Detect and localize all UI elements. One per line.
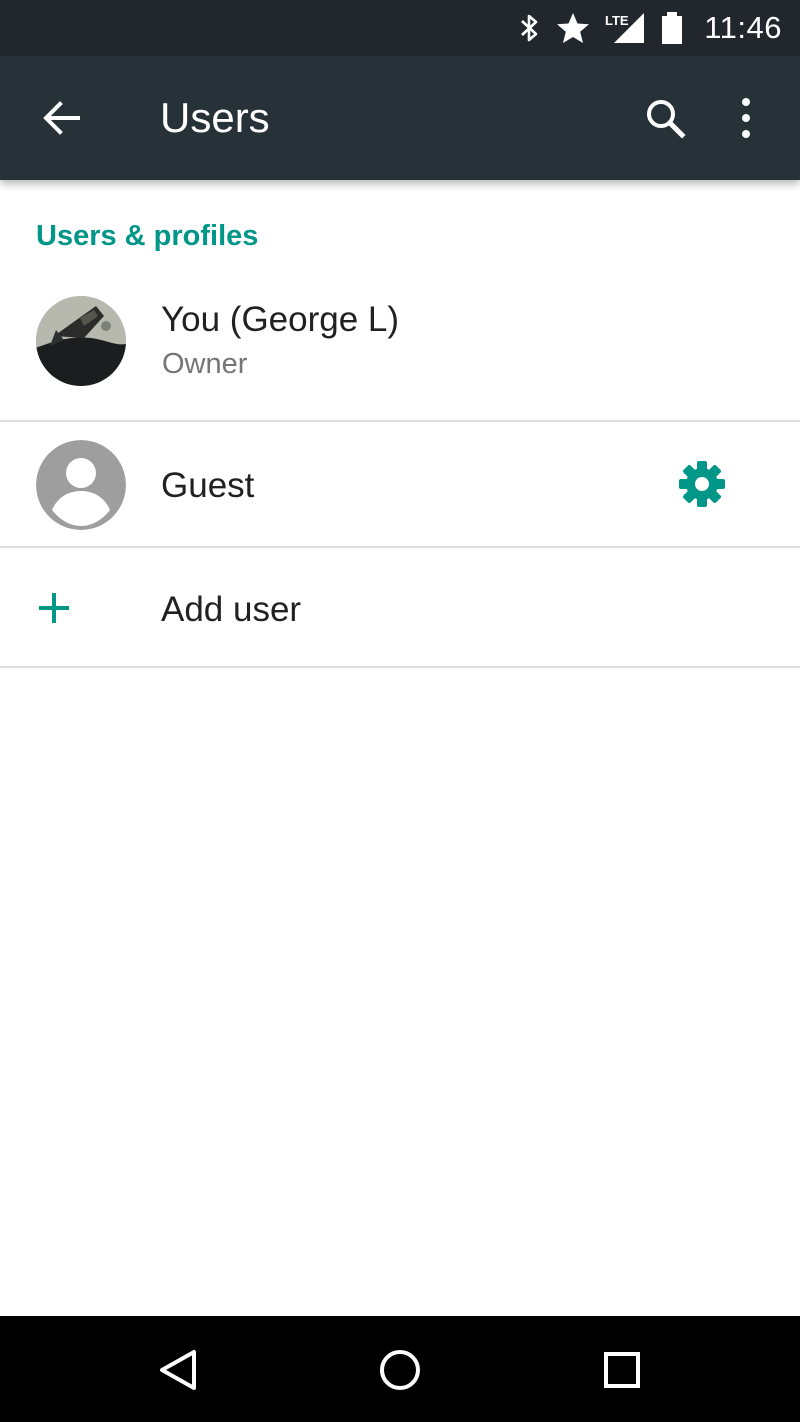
gear-icon[interactable] — [674, 456, 730, 512]
owner-name: You (George L) — [161, 300, 400, 339]
bluetooth-icon — [518, 12, 542, 44]
add-user-label: Add user — [161, 590, 302, 629]
user-row-owner[interactable]: You (George L) Owner — [0, 280, 800, 422]
back-arrow-icon[interactable] — [36, 94, 88, 142]
lte-signal-icon: LTE — [604, 11, 646, 45]
guest-name: Guest — [161, 466, 255, 505]
recents-nav-icon[interactable] — [598, 1346, 646, 1394]
owner-role: Owner — [162, 348, 248, 380]
page-title: Users — [160, 94, 270, 141]
home-nav-icon[interactable] — [376, 1346, 424, 1394]
add-user-button[interactable]: Add user — [0, 548, 800, 668]
battery-icon — [660, 11, 684, 45]
star-icon — [556, 12, 590, 44]
status-icons: LTE 11:46 — [518, 0, 782, 56]
more-vert-icon[interactable] — [724, 94, 768, 142]
user-row-guest[interactable]: Guest — [0, 422, 800, 546]
lte-label: LTE — [605, 13, 629, 28]
app-toolbar: Users — [0, 56, 800, 180]
navigation-bar — [0, 1316, 800, 1422]
search-icon[interactable] — [640, 94, 692, 142]
owner-avatar — [36, 296, 126, 386]
section-header: Users & profiles — [36, 220, 259, 252]
status-bar: LTE 11:46 — [0, 0, 800, 56]
back-nav-icon[interactable] — [154, 1346, 202, 1394]
divider — [0, 666, 800, 668]
add-icon — [36, 590, 72, 626]
guest-avatar-icon — [36, 440, 126, 530]
status-time: 11:46 — [704, 10, 782, 45]
